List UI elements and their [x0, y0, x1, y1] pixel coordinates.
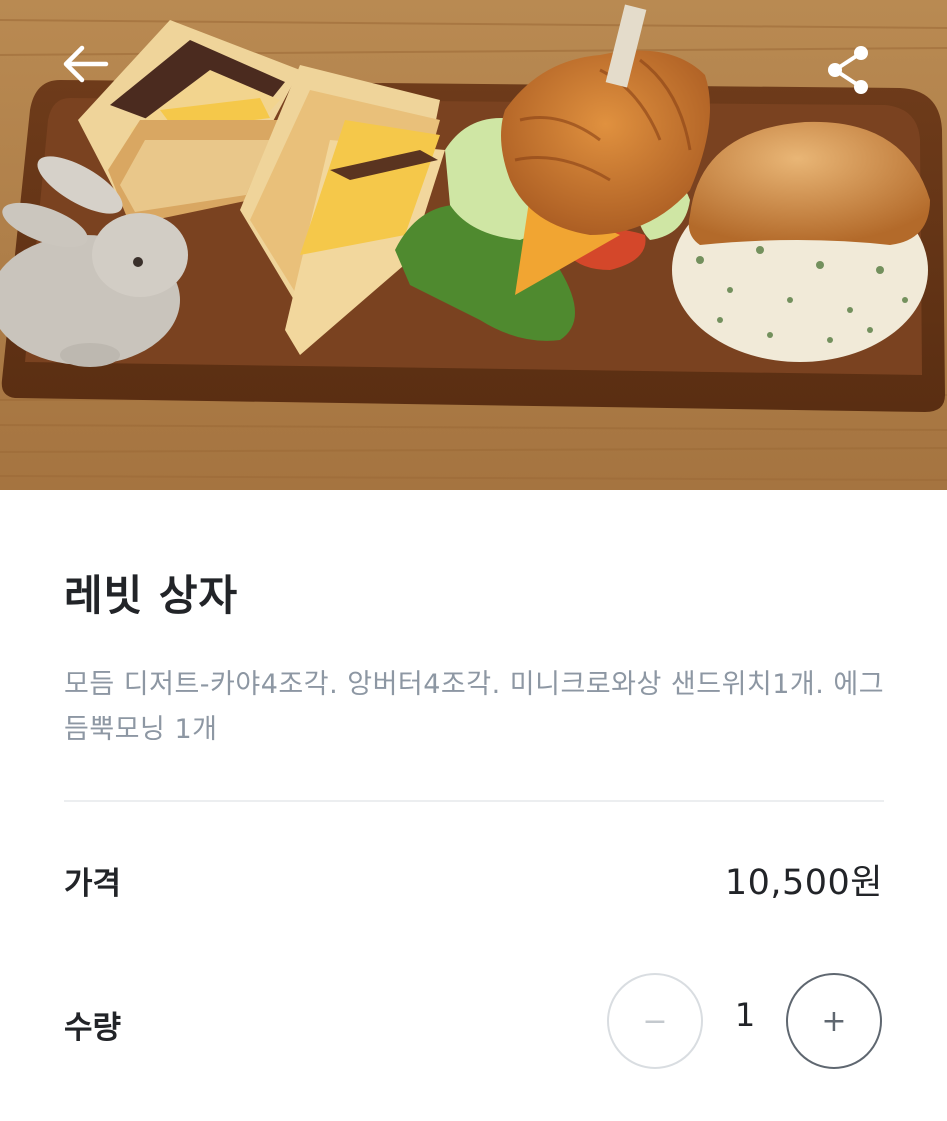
product-detail-page: 레빗 상자 모듬 디저트-카야4조각. 앙버터4조각. 미니크로와상 샌드위치1… [0, 0, 947, 1121]
product-description: 모듬 디저트-카야4조각. 앙버터4조각. 미니크로와상 샌드위치1개. 에그듬… [64, 669, 885, 745]
minus-icon: − [642, 1003, 668, 1039]
product-photo-illustration [0, 0, 947, 490]
quantity-increase-button[interactable]: + [786, 973, 882, 1069]
product-photo [0, 0, 947, 490]
quantity-value: 1 [734, 996, 756, 1034]
product-name: 레빗 상자 [64, 571, 239, 620]
share-icon [828, 46, 868, 94]
price-value: 10,500원 [724, 863, 883, 903]
quantity-decrease-button[interactable]: − [607, 973, 703, 1069]
arrow-left-icon [63, 45, 109, 83]
share-button[interactable] [823, 44, 887, 108]
price-label: 가격 [64, 866, 122, 902]
plus-icon: + [821, 1003, 847, 1039]
divider [64, 800, 884, 802]
quantity-label: 수량 [64, 1010, 122, 1046]
back-button[interactable] [60, 44, 124, 108]
